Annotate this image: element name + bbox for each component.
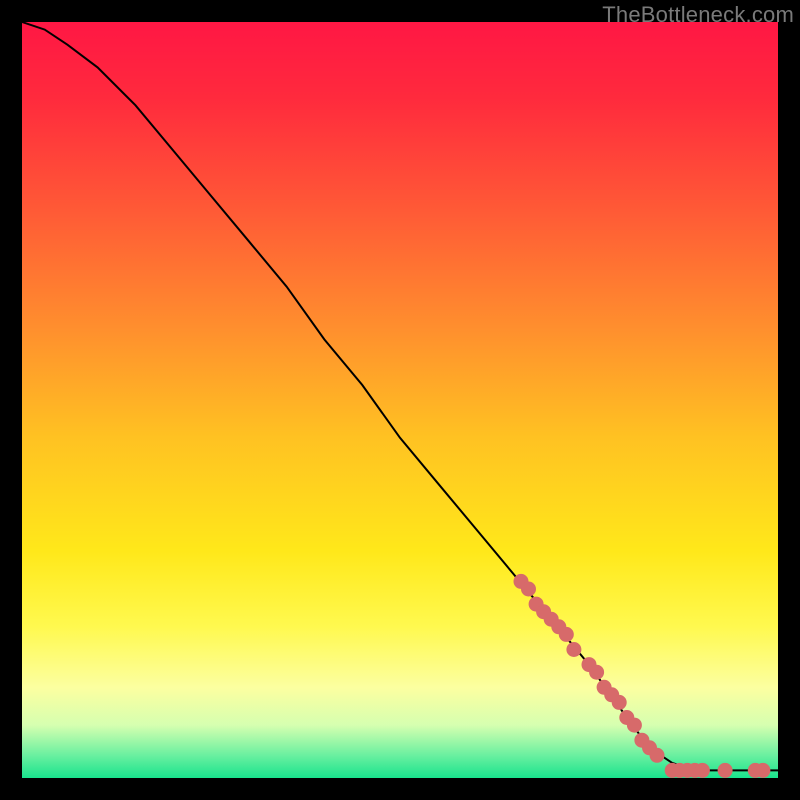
data-marker: [756, 763, 770, 777]
data-marker: [695, 763, 709, 777]
plot-svg: [22, 22, 778, 778]
data-marker: [522, 582, 536, 596]
data-marker: [612, 695, 626, 709]
data-marker: [627, 718, 641, 732]
data-marker: [650, 748, 664, 762]
data-marker: [590, 665, 604, 679]
gradient-background: [22, 22, 778, 778]
data-marker: [718, 763, 732, 777]
data-marker: [559, 627, 573, 641]
watermark-text: TheBottleneck.com: [602, 2, 794, 28]
plot-area: [22, 22, 778, 778]
data-marker: [567, 643, 581, 657]
chart-frame: TheBottleneck.com: [0, 0, 800, 800]
